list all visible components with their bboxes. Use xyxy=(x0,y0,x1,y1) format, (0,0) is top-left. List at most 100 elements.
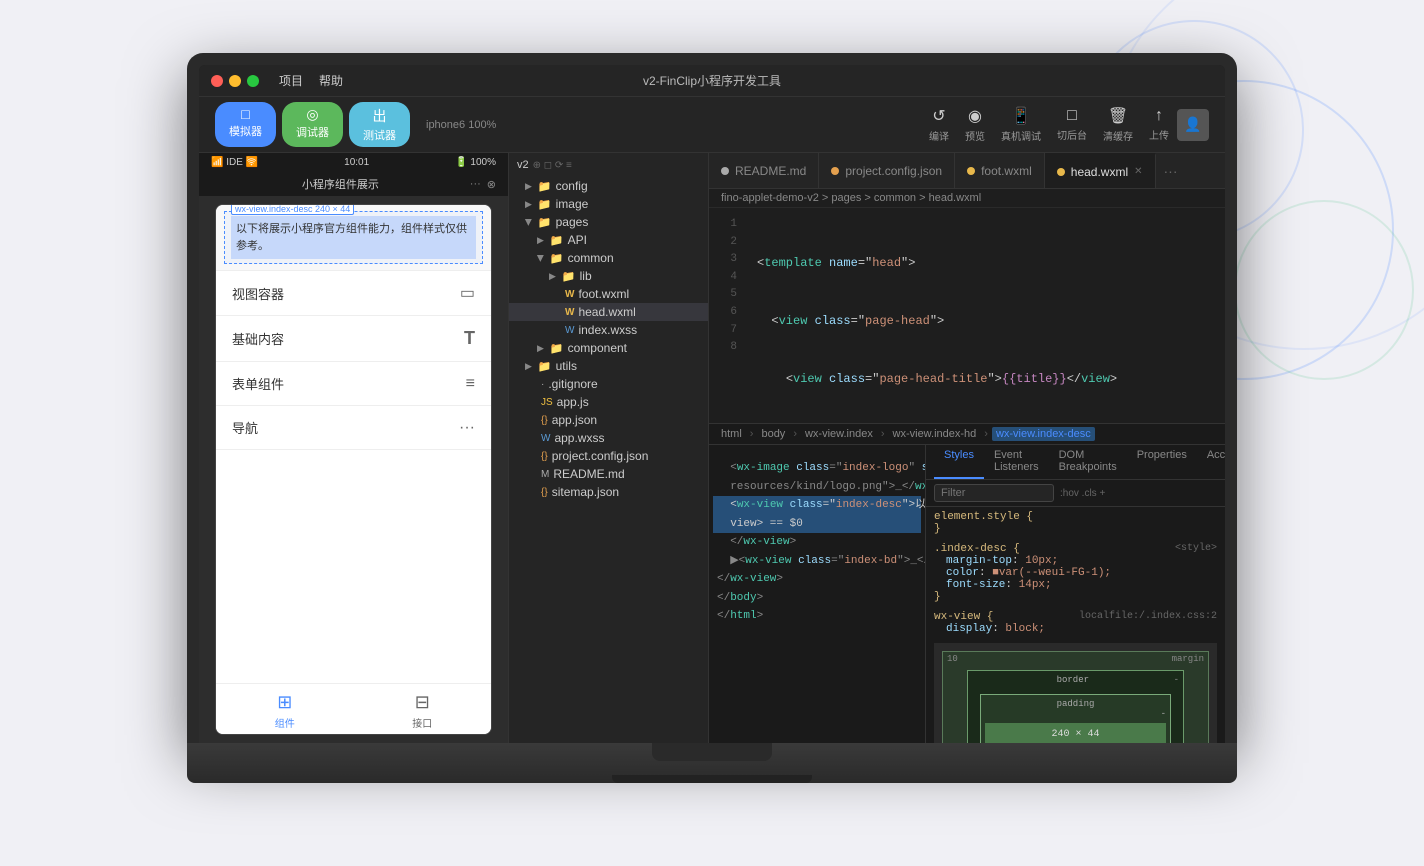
wxss-icon-2: W xyxy=(541,433,550,444)
tree-file-foot[interactable]: W foot.wxml xyxy=(509,285,708,303)
style-selector-index-desc: .index-desc { xyxy=(934,543,1020,555)
bc-wx-view-index-desc[interactable]: wx-view.index-desc xyxy=(992,427,1095,441)
bc-wx-view-index[interactable]: wx-view.index xyxy=(801,427,877,441)
component-row-basic[interactable]: 基础内容 T xyxy=(216,316,491,362)
chevron-right-icon-4: ▶ xyxy=(549,271,556,282)
el-line-2: resources/kind/logo.png">_</wx-image> xyxy=(713,478,921,497)
editor-tab-head[interactable]: head.wxml ✕ xyxy=(1045,153,1156,188)
devtools-tab-elements-label xyxy=(713,449,729,455)
tree-file-head[interactable]: W head.wxml xyxy=(509,303,708,321)
action-preview[interactable]: ◉ 预览 xyxy=(965,106,985,143)
foot-dot xyxy=(967,167,975,175)
folder-name-utils: utils xyxy=(556,359,577,373)
styles-tab-events[interactable]: Event Listeners xyxy=(984,445,1049,479)
phone-tab-interface[interactable]: ⊟ 接口 xyxy=(354,692,492,730)
bc-html[interactable]: html xyxy=(717,427,746,441)
tree-file-gitignore[interactable]: · .gitignore xyxy=(509,375,708,393)
clear-cache-label: 清缓存 xyxy=(1103,128,1133,143)
phone-menu-icon[interactable]: ··· xyxy=(470,178,481,191)
box-model-border-inner: border - xyxy=(972,675,1179,686)
tree-folder-pages[interactable]: ▶ 📁 pages xyxy=(509,213,708,231)
component-name-nav: 导航 xyxy=(232,418,258,437)
component-row-view-container[interactable]: 视图容器 ▭ xyxy=(216,271,491,316)
menu-item-project[interactable]: 项目 xyxy=(279,72,303,89)
tree-file-appjson[interactable]: {} app.json xyxy=(509,411,708,429)
minimize-button[interactable] xyxy=(229,75,241,87)
styles-tab-dom[interactable]: DOM Breakpoints xyxy=(1049,445,1127,479)
editor-tab-readme[interactable]: README.md xyxy=(709,153,819,188)
phone-status-bar: 📶 IDE 🛜 10:01 🔋 100% xyxy=(199,153,508,172)
phone-time: 10:01 xyxy=(344,157,369,168)
tree-file-index-wxss[interactable]: W index.wxss xyxy=(509,321,708,339)
component-row-nav[interactable]: 导航 ··· xyxy=(216,406,491,450)
tree-file-appwxss[interactable]: W app.wxss xyxy=(509,429,708,447)
phone-tab-components[interactable]: ⊞ 组件 xyxy=(216,692,354,730)
filename-foot: foot.wxml xyxy=(578,287,629,301)
tab-simulator-label: 模拟器 xyxy=(229,123,262,139)
box-model-padding-val: - xyxy=(985,709,1166,719)
action-background[interactable]: □ 切后台 xyxy=(1057,107,1087,142)
interface-tab-label: 接口 xyxy=(412,715,432,730)
bc-wx-view-index-hd[interactable]: wx-view.index-hd xyxy=(889,427,981,441)
styles-content: element.style { } .index-desc { <style> xyxy=(926,507,1225,743)
upload-icon: ↑ xyxy=(1155,107,1163,125)
styles-tab-styles[interactable]: Styles xyxy=(934,445,984,479)
folder-icon-utils: 📁 xyxy=(538,360,552,373)
tree-file-readme[interactable]: M README.md xyxy=(509,465,708,483)
action-clear-cache[interactable]: 🗑 清缓存 xyxy=(1103,106,1133,143)
projectconfig-dot xyxy=(831,167,839,175)
tree-folder-config[interactable]: ▶ 📁 config xyxy=(509,177,708,195)
tree-file-projectconfig[interactable]: {} project.config.json xyxy=(509,447,708,465)
styles-filter-input[interactable] xyxy=(934,484,1054,502)
tree-folder-utils[interactable]: ▶ 📁 utils xyxy=(509,357,708,375)
tree-folder-common[interactable]: ▶ 📁 common xyxy=(509,249,708,267)
file-tree: v2 ⊕ ◻ ⟳ ≡ ▶ 📁 config ▶ 📁 image ▶ xyxy=(509,153,709,743)
tree-folder-component[interactable]: ▶ 📁 component xyxy=(509,339,708,357)
filename-appjson: app.json xyxy=(552,413,597,427)
user-avatar[interactable]: 👤 xyxy=(1177,109,1209,141)
el-line-5: </wx-view> xyxy=(713,533,921,552)
action-upload[interactable]: ↑ 上传 xyxy=(1149,107,1169,142)
maximize-button[interactable] xyxy=(247,75,259,87)
style-block-wx-view: wx-view { localfile:/.index.css:2 displa… xyxy=(934,611,1217,635)
laptop: 项目 帮助 v2-FinClip小程序开发工具 □ 模拟器 ◎ 调试器 xyxy=(187,53,1237,813)
el-line-7: </wx-view> xyxy=(713,570,921,589)
bg-decoration-3 xyxy=(1234,200,1414,380)
folder-name-lib: lib xyxy=(580,269,592,283)
action-real-debug[interactable]: 📱 真机调试 xyxy=(1001,106,1041,143)
tab-debugger[interactable]: ◎ 调试器 xyxy=(282,102,343,147)
close-tab-icon[interactable]: ✕ xyxy=(1134,166,1142,177)
compile-label: 编译 xyxy=(929,128,949,143)
box-model-padding-label: padding xyxy=(985,699,1166,709)
bc-body[interactable]: body xyxy=(757,427,789,441)
tab-simulator[interactable]: □ 模拟器 xyxy=(215,102,276,147)
json-icon: {} xyxy=(541,415,548,426)
styles-tab-properties[interactable]: Properties xyxy=(1127,445,1197,479)
editor-tab-projectconfig[interactable]: project.config.json xyxy=(819,153,955,188)
editor-tab-foot[interactable]: foot.wxml xyxy=(955,153,1045,188)
action-compile[interactable]: ↺ 编译 xyxy=(929,106,949,143)
tree-file-sitemap[interactable]: {} sitemap.json xyxy=(509,483,708,501)
styles-tab-accessibility[interactable]: Accessibility xyxy=(1197,445,1225,479)
menu-item-help[interactable]: 帮助 xyxy=(319,72,343,89)
box-model-padding: padding - 240 × 44 - xyxy=(980,694,1171,743)
chevron-right-icon-2: ▶ xyxy=(525,199,532,210)
tree-folder-image[interactable]: ▶ 📁 image xyxy=(509,195,708,213)
tree-header: v2 ⊕ ◻ ⟳ ≡ xyxy=(509,153,708,177)
component-row-form[interactable]: 表单组件 ≡ xyxy=(216,362,491,406)
tab-tester[interactable]: 出 测试器 xyxy=(349,102,410,147)
more-tabs-button[interactable]: ··· xyxy=(1156,153,1186,188)
phone-close-icon[interactable]: ⊗ xyxy=(487,178,496,191)
code-container[interactable]: 1 2 3 4 5 6 7 8 <template name="head"> <… xyxy=(709,208,1225,423)
el-line-1: <wx-image class="index-logo" src="../res… xyxy=(713,459,921,478)
phone-battery: 🔋 100% xyxy=(455,157,496,168)
background-label: 切后台 xyxy=(1057,127,1087,142)
tree-folder-lib[interactable]: ▶ 📁 lib xyxy=(509,267,708,285)
phone-preview-panel: 📶 IDE 🛜 10:01 🔋 100% 小程序组件展示 ··· ⊗ xyxy=(199,153,509,743)
component-icon-view: ▭ xyxy=(460,283,475,303)
close-button[interactable] xyxy=(211,75,223,87)
code-editor[interactable]: <template name="head"> <view class="page… xyxy=(745,208,1225,423)
el-line-3: <wx-view class="index-desc">以下将展示小程序官方组件… xyxy=(713,496,921,515)
tree-folder-api[interactable]: ▶ 📁 API xyxy=(509,231,708,249)
tree-file-appjs[interactable]: JS app.js xyxy=(509,393,708,411)
